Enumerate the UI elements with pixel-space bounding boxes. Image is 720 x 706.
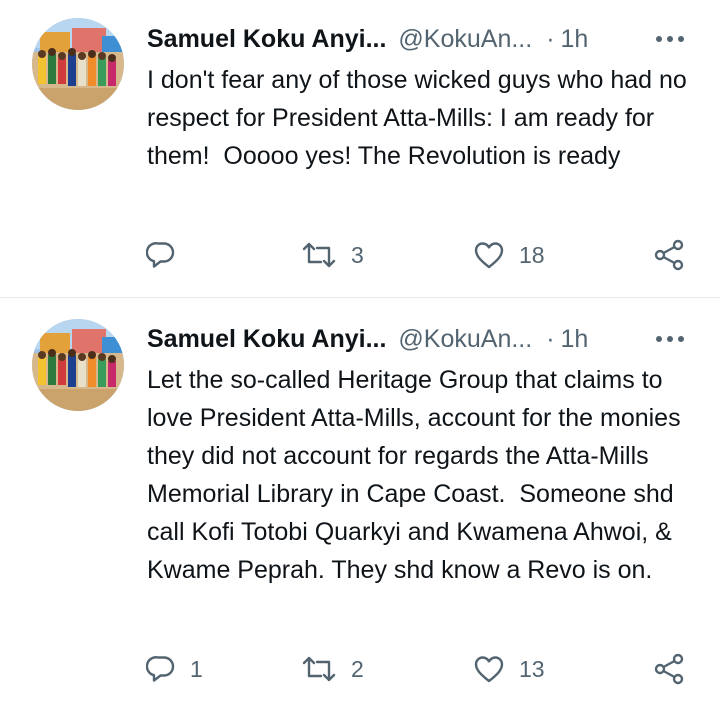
- author-handle[interactable]: @KokuAn...: [398, 325, 532, 354]
- tweet-timestamp[interactable]: 1h: [561, 25, 589, 54]
- like-button[interactable]: 13: [473, 649, 545, 689]
- retweet-count: 3: [351, 241, 364, 268]
- reply-button[interactable]: [146, 235, 190, 275]
- retweet-icon: [301, 654, 337, 684]
- separator-dot: ·: [546, 324, 555, 353]
- share-button[interactable]: [653, 649, 685, 689]
- tweet-header: Samuel Koku Anyi... @KokuAn... · 1h: [147, 22, 690, 56]
- reply-button[interactable]: 1: [146, 649, 203, 689]
- more-horizontal-icon[interactable]: [650, 322, 690, 356]
- separator-dot: ·: [546, 24, 555, 53]
- share-button[interactable]: [653, 235, 685, 275]
- share-icon: [653, 239, 685, 271]
- tweet[interactable]: Samuel Koku Anyi... @KokuAn... · 1h I do…: [0, 0, 720, 298]
- tweet-feed: Samuel Koku Anyi... @KokuAn... · 1h I do…: [0, 0, 720, 706]
- like-count: 18: [519, 241, 545, 268]
- tweet-text: Let the so-called Heritage Group that cl…: [147, 366, 688, 584]
- retweet-button[interactable]: 3: [301, 235, 364, 275]
- tweet-timestamp[interactable]: 1h: [561, 325, 589, 354]
- more-horizontal-icon[interactable]: [650, 22, 690, 56]
- avatar[interactable]: [32, 319, 124, 411]
- heart-icon: [473, 654, 505, 684]
- avatar[interactable]: [32, 18, 124, 110]
- author-handle[interactable]: @KokuAn...: [398, 25, 532, 54]
- retweet-count: 2: [351, 655, 364, 682]
- tweet-actions: 3 18: [0, 235, 720, 275]
- tweet-header: Samuel Koku Anyi... @KokuAn... · 1h: [147, 322, 690, 356]
- retweet-button[interactable]: 2: [301, 649, 364, 689]
- tweet-text: I don't fear any of those wicked guys wh…: [147, 66, 694, 170]
- like-count: 13: [519, 655, 545, 682]
- reply-count: 1: [190, 655, 203, 682]
- like-button[interactable]: 18: [473, 235, 545, 275]
- retweet-icon: [301, 240, 337, 270]
- heart-icon: [473, 240, 505, 270]
- tweet[interactable]: Samuel Koku Anyi... @KokuAn... · 1h Let …: [0, 298, 720, 706]
- author-name[interactable]: Samuel Koku Anyi...: [147, 325, 386, 354]
- author-name[interactable]: Samuel Koku Anyi...: [147, 25, 386, 54]
- share-icon: [653, 653, 685, 685]
- reply-icon: [146, 240, 176, 270]
- reply-icon: [146, 654, 176, 684]
- tweet-actions: 1 2 13: [0, 649, 720, 689]
